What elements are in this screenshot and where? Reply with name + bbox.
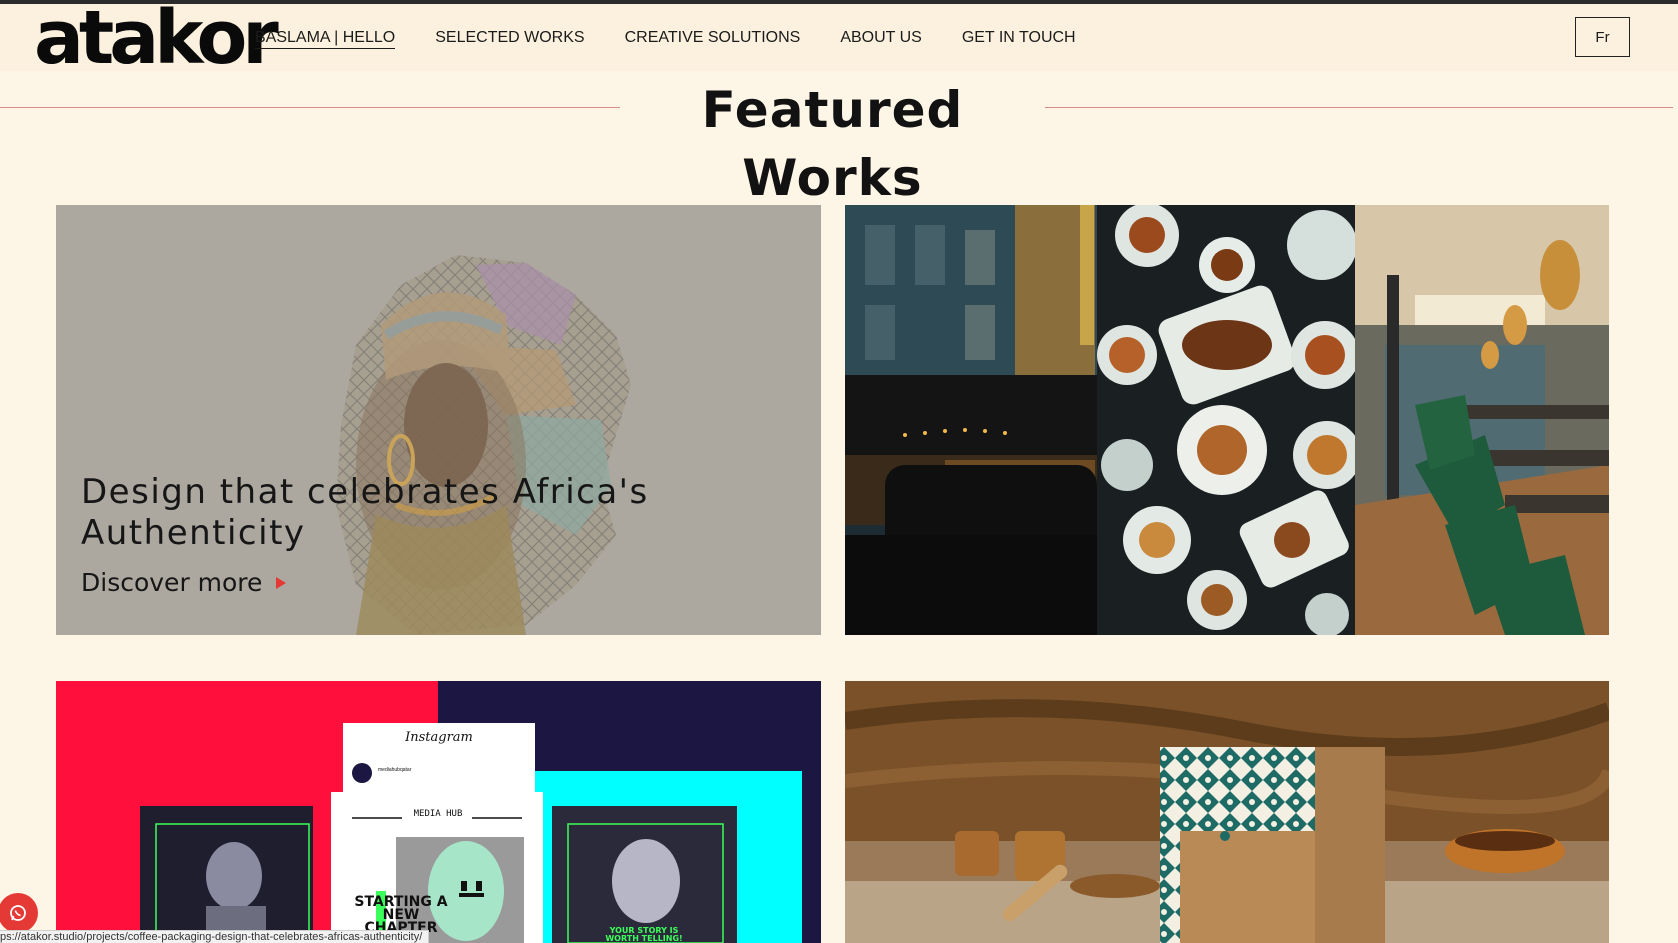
section-title: Featured Works bbox=[701, 81, 964, 207]
card-title: Design that celebrates Africa's Authenti… bbox=[81, 472, 649, 553]
language-switch-button[interactable]: Fr bbox=[1575, 17, 1630, 57]
browser-status-url: ps://atakor.studio/projects/coffee-packa… bbox=[0, 930, 430, 943]
project-card-coffee-packaging[interactable] bbox=[845, 681, 1609, 943]
restaurant-facade-photo bbox=[845, 205, 1097, 635]
whatsapp-icon bbox=[10, 905, 26, 921]
coffee-packaging-photo bbox=[845, 681, 1609, 943]
project-card-media-hub[interactable]: Instagram mediahubqatar MEDIA HUB STARTI… bbox=[56, 681, 821, 943]
brand-logo[interactable]: atakor bbox=[34, 1, 279, 75]
restaurant-interior-photo bbox=[1355, 205, 1609, 635]
nav-item-get-in-touch[interactable]: GET IN TOUCH bbox=[962, 28, 1076, 49]
post-tagline: YOUR STORY IS WORTH TELLING! bbox=[605, 926, 683, 943]
discover-more-label: Discover more bbox=[81, 568, 263, 597]
nav-item-hello[interactable]: BASLAMA | HELLO bbox=[255, 28, 396, 49]
project-card-africa[interactable]: Design that celebrates Africa's Authenti… bbox=[56, 205, 821, 635]
restaurant-dishes-photo bbox=[1097, 205, 1355, 635]
title-divider-left bbox=[0, 107, 620, 108]
instagram-wordmark: Instagram bbox=[405, 730, 473, 745]
site-header: atakor BASLAMA | HELLO SELECTED WORKS CR… bbox=[0, 1, 1678, 75]
nav-item-selected-works[interactable]: SELECTED WORKS bbox=[435, 28, 584, 49]
project-card-restaurant[interactable] bbox=[845, 205, 1609, 635]
nav-item-about-us[interactable]: ABOUT US bbox=[840, 28, 922, 49]
title-divider-right bbox=[1045, 107, 1673, 108]
discover-more-link[interactable]: Discover more bbox=[81, 568, 287, 597]
instagram-account-name: mediahubqatar bbox=[378, 767, 412, 773]
main-nav: BASLAMA | HELLO SELECTED WORKS CREATIVE … bbox=[255, 28, 1116, 49]
play-arrow-icon bbox=[276, 576, 287, 589]
media-hub-logo: MEDIA HUB bbox=[413, 809, 463, 819]
whatsapp-chat-button[interactable] bbox=[0, 893, 38, 933]
nav-item-creative-solutions[interactable]: CREATIVE SOLUTIONS bbox=[625, 28, 801, 49]
